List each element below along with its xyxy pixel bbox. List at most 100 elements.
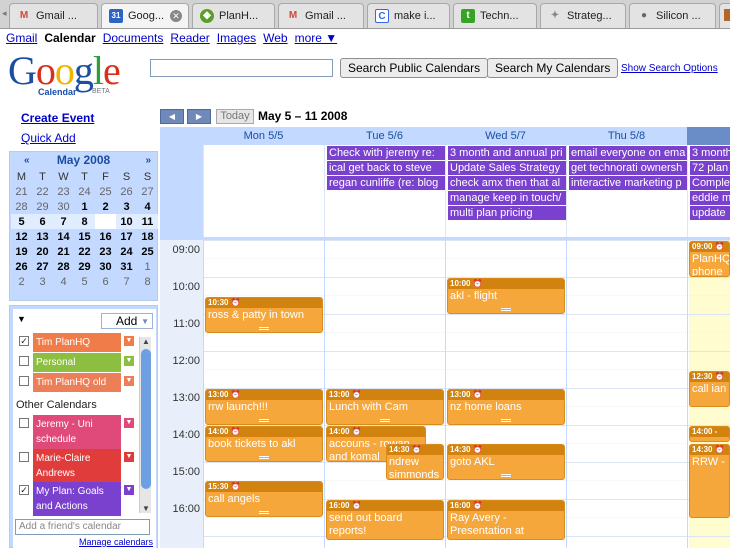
- reader-link[interactable]: Reader: [170, 31, 209, 45]
- mini-day[interactable]: 7: [53, 214, 74, 229]
- mini-day[interactable]: 3: [116, 199, 137, 214]
- allday-event[interactable]: 3 month and annual pri: [448, 146, 566, 160]
- resize-grip-icon[interactable]: [259, 327, 269, 330]
- all-day-events-area[interactable]: Check with jeremy re: ical get back to s…: [203, 145, 730, 237]
- browser-tab[interactable]: Cmake i...: [367, 3, 450, 28]
- day-header-thu[interactable]: Thu 5/8: [566, 127, 687, 145]
- mini-day[interactable]: 28: [53, 259, 74, 274]
- allday-column[interactable]: email everyone on ema get technorati own…: [566, 145, 687, 237]
- calendar-item[interactable]: ✓ My Plan: Goals and Actions ▼: [19, 482, 135, 516]
- gmail-link[interactable]: Gmail: [6, 31, 37, 45]
- day-header-fri[interactable]: [687, 127, 730, 145]
- add-calendar-button[interactable]: Add ▼: [101, 313, 153, 329]
- allday-event[interactable]: regan cunliffe (re: blog: [327, 176, 445, 190]
- allday-event[interactable]: multi plan pricing: [448, 206, 566, 220]
- allday-event[interactable]: update: [690, 206, 730, 220]
- calendar-list-scrollbar[interactable]: ▲ ▼: [139, 337, 151, 513]
- mini-day[interactable]: 28: [11, 199, 32, 214]
- calendar-event[interactable]: 14:00 ⏰ book tickets to akl: [205, 426, 323, 462]
- allday-event[interactable]: 3 month: [690, 146, 730, 160]
- mini-day[interactable]: 22: [74, 244, 95, 259]
- back-arrow-icon[interactable]: ◂: [2, 8, 7, 19]
- calendar-checkbox[interactable]: ✓: [19, 485, 29, 495]
- prev-month-icon[interactable]: «: [24, 152, 30, 169]
- more-link[interactable]: more ▼: [295, 31, 338, 45]
- quick-add-link[interactable]: Quick Add: [21, 131, 76, 145]
- mini-day[interactable]: 25: [137, 244, 158, 259]
- calendar-menu-icon[interactable]: ▼: [123, 484, 135, 496]
- today-button[interactable]: Today: [216, 109, 254, 124]
- browser-tab-partial[interactable]: [719, 3, 730, 28]
- mini-day[interactable]: 7: [116, 274, 137, 289]
- allday-event[interactable]: ical get back to steve: [327, 161, 445, 175]
- calendar-item[interactable]: ✓ Tim PlanHQ ▼: [19, 333, 135, 352]
- allday-event[interactable]: get technorati ownersh: [569, 161, 687, 175]
- resize-grip-icon[interactable]: [259, 456, 269, 459]
- calendar-checkbox[interactable]: ✓: [19, 336, 29, 346]
- calendar-event[interactable]: 16:00 ⏰ send out board reports!: [326, 500, 444, 540]
- mini-day[interactable]: 25: [95, 184, 116, 199]
- browser-tab[interactable]: M Gmail ...: [278, 3, 364, 28]
- mini-day-today[interactable]: 9: [95, 214, 116, 229]
- calendar-event[interactable]: 15:30 ⏰ call angels: [205, 481, 323, 517]
- mini-day[interactable]: 4: [137, 199, 158, 214]
- show-search-options-link[interactable]: Show Search Options: [621, 63, 718, 74]
- mini-day[interactable]: 27: [137, 184, 158, 199]
- mini-day[interactable]: 8: [137, 274, 158, 289]
- mini-day[interactable]: 4: [53, 274, 74, 289]
- mini-day[interactable]: 5: [11, 214, 32, 229]
- scroll-up-icon[interactable]: ▲: [142, 337, 150, 346]
- calendar-menu-icon[interactable]: ▼: [123, 355, 135, 367]
- calendar-item[interactable]: Marie-Claire Andrews ▼: [19, 449, 135, 483]
- mini-day[interactable]: 5: [74, 274, 95, 289]
- mini-day[interactable]: 23: [53, 184, 74, 199]
- allday-event[interactable]: Check with jeremy re:: [327, 146, 445, 160]
- mini-day[interactable]: 29: [32, 199, 53, 214]
- collapse-arrow-icon[interactable]: ▼: [17, 314, 26, 324]
- allday-event[interactable]: email everyone on ema: [569, 146, 687, 160]
- mini-day[interactable]: 18: [137, 229, 158, 244]
- calendar-event[interactable]: 12:30 ⏰ call ian: [689, 371, 730, 407]
- close-tab-icon[interactable]: ✕: [170, 10, 182, 22]
- scroll-thumb[interactable]: [141, 349, 151, 489]
- browser-tab[interactable]: t Techn...: [453, 3, 537, 28]
- browser-tab[interactable]: ✦ Strateg...: [540, 3, 626, 28]
- allday-event[interactable]: 72 plan: [690, 161, 730, 175]
- mini-day[interactable]: 17: [116, 229, 137, 244]
- mini-day[interactable]: 8: [74, 214, 95, 229]
- add-friend-calendar-input[interactable]: Add a friend's calendar: [15, 519, 150, 535]
- mini-day[interactable]: 19: [11, 244, 32, 259]
- calendar-item[interactable]: Tim PlanHQ old ▼: [19, 373, 135, 392]
- allday-column[interactable]: 3 month 72 plan Comple eddie m update: [687, 145, 730, 237]
- calendar-event[interactable]: 13:00 ⏰ nz home loans: [447, 389, 565, 425]
- day-header-mon[interactable]: Mon 5/5: [203, 127, 324, 145]
- allday-event[interactable]: interactive marketing p: [569, 176, 687, 190]
- mini-day[interactable]: 30: [95, 259, 116, 274]
- mini-day[interactable]: 26: [11, 259, 32, 274]
- mini-day[interactable]: 10: [116, 214, 137, 229]
- resize-grip-icon[interactable]: [501, 474, 511, 477]
- calendar-event[interactable]: 14:30 ⏰ ndrew simmonds: [386, 444, 444, 480]
- mini-day[interactable]: 20: [32, 244, 53, 259]
- mini-day[interactable]: 23: [95, 244, 116, 259]
- mini-day[interactable]: 27: [32, 259, 53, 274]
- calendar-event[interactable]: 13:00 ⏰ rrw launch!!!: [205, 389, 323, 425]
- images-link[interactable]: Images: [217, 31, 256, 45]
- calendar-event[interactable]: 14:30 ⏰ RRW -: [689, 444, 730, 518]
- mini-day[interactable]: 24: [74, 184, 95, 199]
- search-my-calendars-button[interactable]: Search My Calendars: [487, 58, 619, 78]
- scroll-down-icon[interactable]: ▼: [142, 504, 150, 513]
- mini-day[interactable]: 22: [32, 184, 53, 199]
- calendar-menu-icon[interactable]: ▼: [123, 417, 135, 429]
- resize-grip-icon[interactable]: [259, 511, 269, 514]
- allday-event[interactable]: check amx then that al: [448, 176, 566, 190]
- calendar-checkbox[interactable]: [19, 356, 29, 366]
- allday-column[interactable]: Check with jeremy re: ical get back to s…: [324, 145, 445, 237]
- calendar-search-input[interactable]: [150, 59, 333, 77]
- browser-tab-active[interactable]: 31 Goog... ✕: [101, 3, 189, 28]
- calendar-menu-icon[interactable]: ▼: [123, 335, 135, 347]
- next-week-icon[interactable]: ▶: [187, 109, 211, 124]
- create-event-link[interactable]: Create Event: [21, 111, 94, 125]
- mini-day[interactable]: 21: [53, 244, 74, 259]
- next-month-icon[interactable]: »: [145, 152, 151, 169]
